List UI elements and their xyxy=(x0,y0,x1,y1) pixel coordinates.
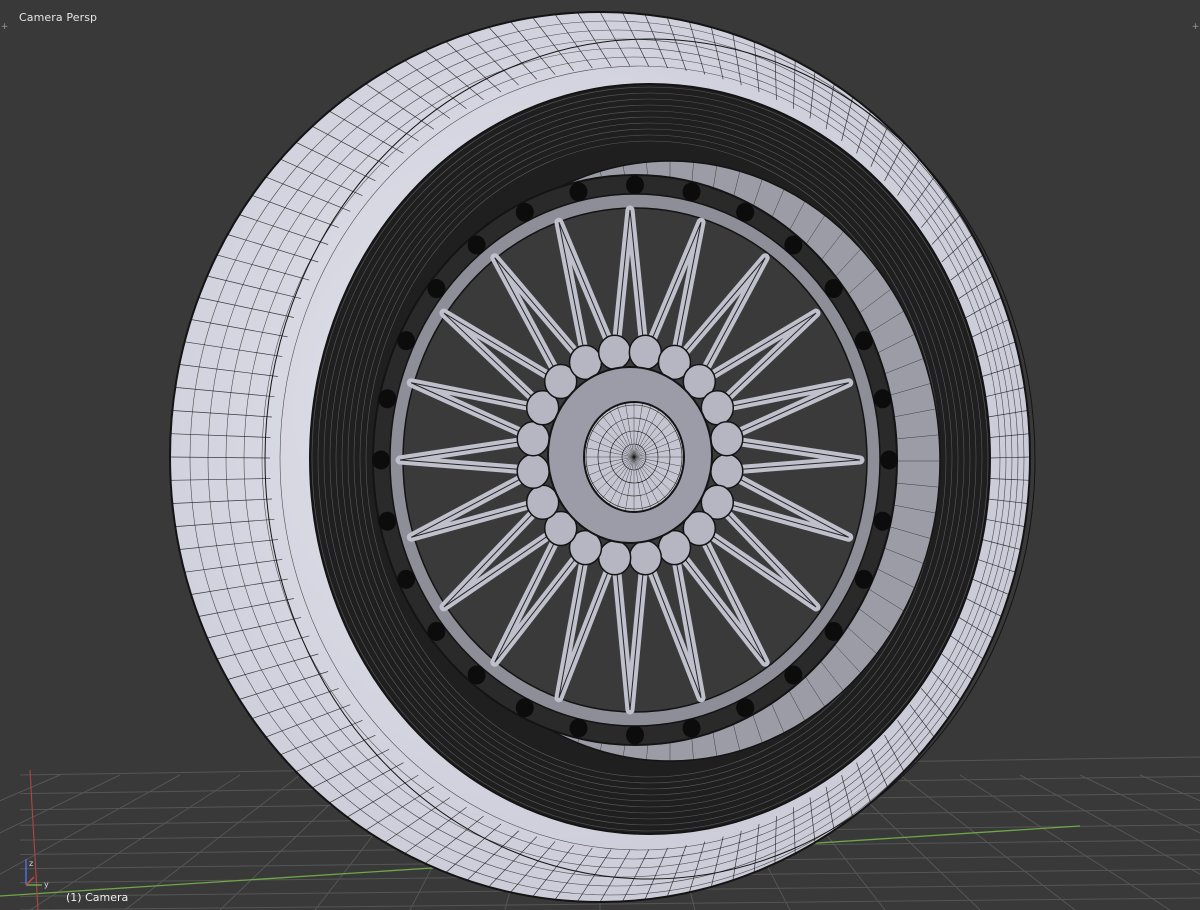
lug-bolt xyxy=(467,235,486,255)
hub-node xyxy=(628,539,663,576)
hub-node xyxy=(597,539,632,576)
lug-bolt xyxy=(784,665,803,685)
lug-bolt xyxy=(378,389,397,409)
lug-bolt xyxy=(378,511,397,531)
lug-bolt xyxy=(736,202,755,222)
corner-resize-icon[interactable]: + xyxy=(0,23,9,32)
axis-gizmo-icon: z y xyxy=(25,859,49,889)
lug-bolt xyxy=(784,235,803,255)
lug-bolt xyxy=(854,569,873,589)
view-label: Camera Persp xyxy=(19,11,98,24)
lug-bolt xyxy=(824,621,843,641)
lug-bolt xyxy=(427,279,446,299)
hub-node xyxy=(628,334,663,371)
lug-bolt xyxy=(873,511,892,531)
lug-bolt xyxy=(880,450,898,470)
hub-node xyxy=(597,334,632,371)
lug-bolt xyxy=(569,718,588,738)
lug-bolt xyxy=(467,665,486,685)
lug-bolt xyxy=(873,389,892,409)
lug-bolt xyxy=(626,175,644,195)
hub xyxy=(516,334,744,576)
lug-bolt xyxy=(682,718,701,738)
lug-bolt xyxy=(569,182,588,202)
3d-viewport[interactable]: Camera Persp + + z y (1) Camera xyxy=(0,0,1200,910)
active-object-label: (1) Camera xyxy=(66,891,129,904)
axis-z-label: z xyxy=(29,859,33,868)
lug-bolt xyxy=(682,182,701,202)
corner-resize-icon[interactable]: + xyxy=(1191,23,1200,32)
lug-bolt xyxy=(372,450,390,470)
hub-node xyxy=(710,420,744,457)
lug-bolt xyxy=(515,698,534,718)
axis-y-label: y xyxy=(44,880,49,889)
lug-bolt xyxy=(427,621,446,641)
hub-node xyxy=(516,420,550,457)
hub-node xyxy=(516,453,550,490)
lug-bolt xyxy=(515,202,534,222)
hub-node xyxy=(710,453,744,490)
lug-bolt xyxy=(824,279,843,299)
lug-bolt xyxy=(736,698,755,718)
lug-bolt xyxy=(397,331,416,351)
lug-bolt xyxy=(397,569,416,589)
viewport-scene[interactable] xyxy=(0,0,1200,910)
lug-bolt xyxy=(626,725,644,745)
lug-bolt xyxy=(854,331,873,351)
